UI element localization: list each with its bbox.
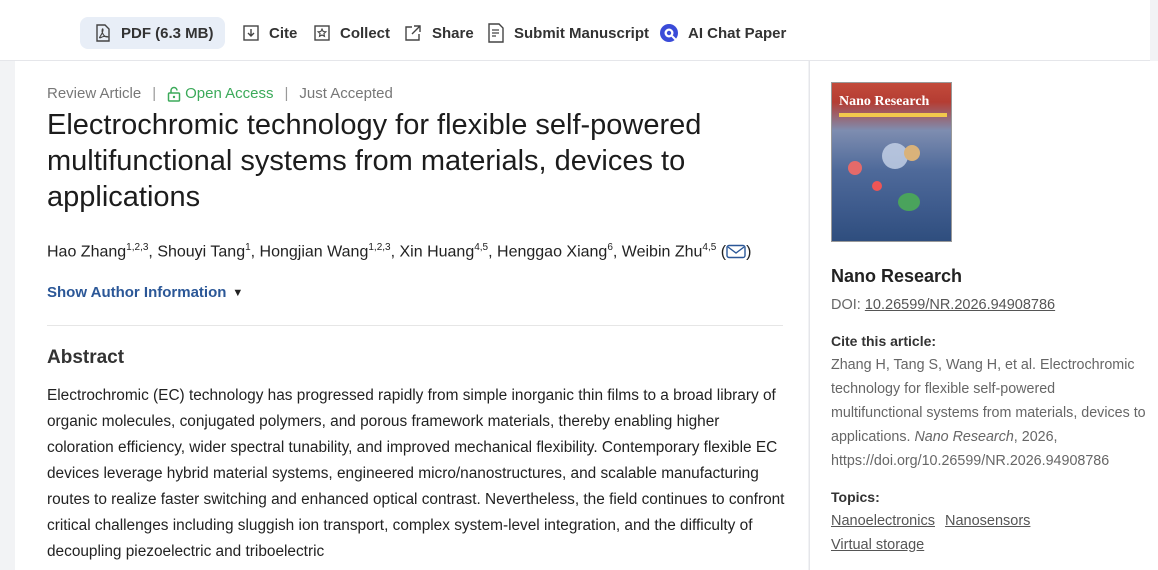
show-author-label: Show Author Information [47, 284, 227, 301]
email-icon[interactable] [726, 244, 746, 259]
cite-heading: Cite this article: [831, 333, 937, 349]
author-name[interactable]: Weibin Zhu [622, 243, 703, 260]
article-toolbar: PDF (6.3 MB) Cite Collect Share Submit M… [0, 0, 1150, 61]
cover-decoration [904, 145, 920, 161]
topic-link[interactable]: Virtual storage [831, 537, 924, 553]
cover-banner [839, 113, 947, 117]
citation-text: Zhang H, Tang S, Wang H, et al. Electroc… [831, 353, 1146, 473]
section-divider [47, 325, 783, 326]
author-affiliation: 4,5 [474, 242, 489, 253]
meta-divider: | [152, 85, 157, 102]
author-affiliation: 1,2,3 [368, 242, 391, 253]
citation-journal: Nano Research [914, 429, 1014, 445]
article-meta: Review Article | Open Access | Just Acce… [47, 85, 393, 102]
author-affiliation: 6 [607, 242, 613, 253]
collect-label: Collect [340, 24, 391, 42]
cover-decoration [848, 161, 862, 175]
star-icon [314, 25, 330, 41]
doi-prefix: DOI: [831, 297, 865, 313]
author-list: Hao Zhang1,2,3, Shouyi Tang1, Hongjian W… [47, 242, 752, 261]
author-name[interactable]: Hongjian Wang [260, 243, 369, 260]
submit-label: Submit Manuscript [514, 24, 650, 42]
abstract-text: Electrochromic (EC) technology has progr… [47, 387, 785, 560]
doi-line: DOI: 10.26599/NR.2026.94908786 [831, 297, 1055, 313]
cover-title: Nano Research [839, 94, 930, 109]
meta-divider: | [284, 85, 289, 102]
ai-chat-label: AI Chat Paper [688, 24, 787, 42]
show-author-information-toggle[interactable]: Show Author Information ▼ [47, 284, 243, 301]
manuscript-icon [488, 23, 504, 43]
journal-sidebar: Nano Research Nano Research DOI: 10.2659… [809, 61, 1158, 570]
topics-heading: Topics: [831, 489, 880, 505]
cite-download-icon [243, 25, 259, 41]
collect-button[interactable]: Collect [313, 17, 390, 49]
article-main: Review Article | Open Access | Just Acce… [15, 61, 808, 570]
article-title: Electrochromic technology for flexible s… [47, 109, 702, 213]
open-access-label: Open Access [185, 85, 274, 102]
article-type: Review Article [47, 85, 142, 102]
share-button[interactable]: Share [403, 17, 474, 49]
open-access-badge: Open Access [167, 85, 274, 102]
author-affiliation: 4,5 [702, 242, 717, 253]
journal-name: Nano Research [831, 266, 963, 286]
author-name[interactable]: Hao Zhang [47, 243, 126, 260]
abstract-heading: Abstract [47, 347, 125, 368]
ai-chat-icon [660, 24, 678, 42]
author-name[interactable]: Henggao Xiang [497, 243, 607, 260]
author-name[interactable]: Shouyi Tang [157, 243, 245, 260]
share-label: Share [432, 24, 474, 42]
author-affiliation: 1 [245, 242, 251, 253]
topics-list: Nanoelectronics Nanosensors Virtual stora… [831, 509, 1131, 557]
author-name[interactable]: Xin Huang [400, 243, 475, 260]
pdf-label: PDF (6.3 MB) [121, 24, 214, 42]
article-status: Just Accepted [299, 85, 393, 102]
doi-link[interactable]: 10.26599/NR.2026.94908786 [865, 297, 1055, 313]
topic-link[interactable]: Nanoelectronics [831, 513, 935, 529]
ai-chat-paper-button[interactable]: AI Chat Paper [659, 17, 786, 49]
topic-link[interactable]: Nanosensors [945, 513, 1030, 529]
unlock-icon [167, 86, 181, 102]
caret-down-icon: ▼ [232, 286, 244, 299]
author-affiliation: 1,2,3 [126, 242, 149, 253]
cover-decoration [898, 193, 920, 211]
share-icon [405, 25, 421, 41]
cite-button[interactable]: Cite [242, 17, 297, 49]
pdf-download-button[interactable]: PDF (6.3 MB) [80, 17, 225, 49]
cite-label: Cite [269, 24, 298, 42]
pdf-icon [96, 24, 110, 42]
cover-decoration [872, 181, 882, 191]
submit-manuscript-button[interactable]: Submit Manuscript [487, 17, 649, 49]
journal-cover-image[interactable]: Nano Research [831, 82, 952, 242]
